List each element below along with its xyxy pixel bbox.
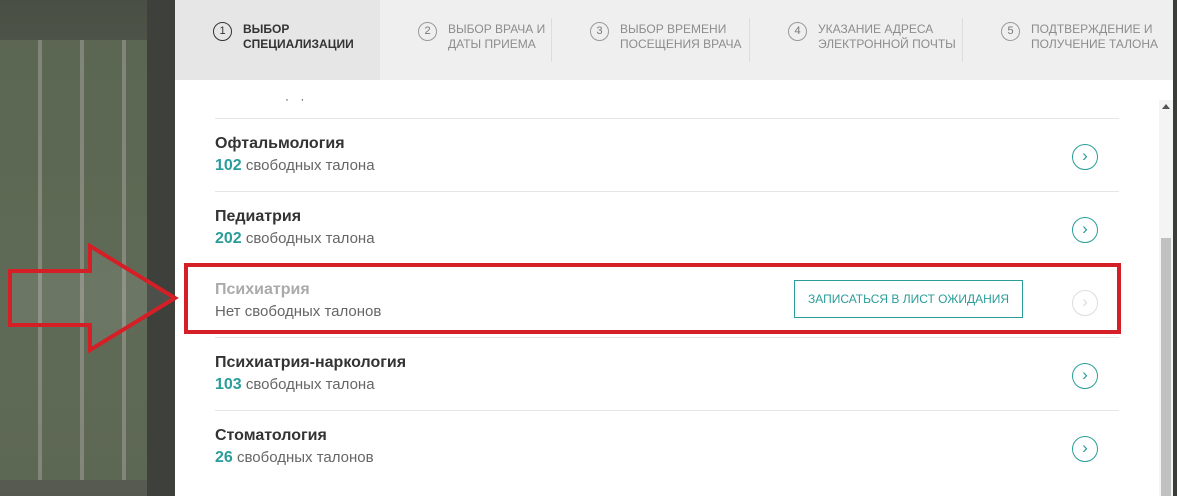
step-label: Подтверждение и получение талона: [1031, 22, 1159, 51]
step-number: 5: [1001, 22, 1020, 41]
chevron-circle-right-icon[interactable]: ›: [1072, 144, 1098, 170]
step-specialization[interactable]: 1 Выбор специализации: [175, 0, 380, 80]
list-item[interactable]: Психиатрия-наркология 103 свободных тало…: [215, 337, 1119, 410]
ticket-count-suffix: свободных талона: [245, 230, 375, 247]
red-arrow-annotation: [8, 243, 179, 353]
specialization-name: Офтальмология: [215, 135, 345, 152]
ticket-count-suffix: свободных талонов: [236, 449, 374, 466]
step-label: Указание адреса электронной почты: [818, 22, 956, 51]
step-doctor-date[interactable]: 2 Выбор врача и даты приема: [380, 0, 552, 80]
modal: 1 Выбор специализации 2 Выбор врача и да…: [175, 0, 1173, 496]
scrollbar-thumb[interactable]: [1161, 238, 1171, 496]
step-label: Выбор специализации: [243, 22, 354, 51]
list-item[interactable]: Педиатрия 202 свободных талона ›: [215, 191, 1119, 264]
step-number: 4: [788, 22, 807, 41]
highlight-box: [184, 263, 1121, 334]
step-email[interactable]: 4 Указание адреса электронной почты: [750, 0, 963, 80]
background-right: [1173, 0, 1177, 496]
step-label: Выбор времени посещения врача: [620, 22, 742, 51]
ticket-count-number: 202: [215, 230, 242, 247]
step-number: 2: [418, 22, 437, 41]
ticket-count-number: 102: [215, 157, 242, 174]
step-confirmation[interactable]: 5 Подтверждение и получение талона: [963, 0, 1173, 80]
chevron-circle-right-icon[interactable]: ›: [1072, 217, 1098, 243]
ticket-count: 202 свободных талона: [215, 230, 375, 248]
chevron-circle-right-icon[interactable]: ›: [1072, 363, 1098, 389]
scrollbar[interactable]: [1159, 100, 1173, 496]
ticket-count: 103 свободных талона: [215, 376, 375, 394]
steps-bar: 1 Выбор специализации 2 Выбор врача и да…: [175, 0, 1173, 80]
specialization-name: Педиатрия: [215, 208, 302, 225]
partial-row-text: · ·: [285, 92, 309, 106]
ticket-count-number: 26: [215, 449, 233, 466]
ticket-count: 102 свободных талона: [215, 157, 375, 175]
step-time[interactable]: 3 Выбор времени посещения врача: [552, 0, 750, 80]
ticket-count-suffix: свободных талона: [245, 376, 375, 393]
step-label: Выбор врача и даты приема: [448, 22, 546, 51]
chevron-circle-right-icon[interactable]: ›: [1072, 436, 1098, 462]
step-number: 1: [213, 22, 232, 41]
list-item[interactable]: Стоматология 26 свободных талонов ›: [215, 410, 1119, 483]
ticket-count-suffix: свободных талона: [245, 157, 375, 174]
scroll-up-arrow-icon[interactable]: [1162, 104, 1170, 109]
list-item[interactable]: Офтальмология 102 свободных талона ›: [215, 118, 1119, 191]
specialization-name: Психиатрия-наркология: [215, 354, 407, 371]
step-number: 3: [590, 22, 609, 41]
specialization-name: Стоматология: [215, 427, 327, 444]
ticket-count: 26 свободных талонов: [215, 449, 374, 467]
ticket-count-number: 103: [215, 376, 242, 393]
